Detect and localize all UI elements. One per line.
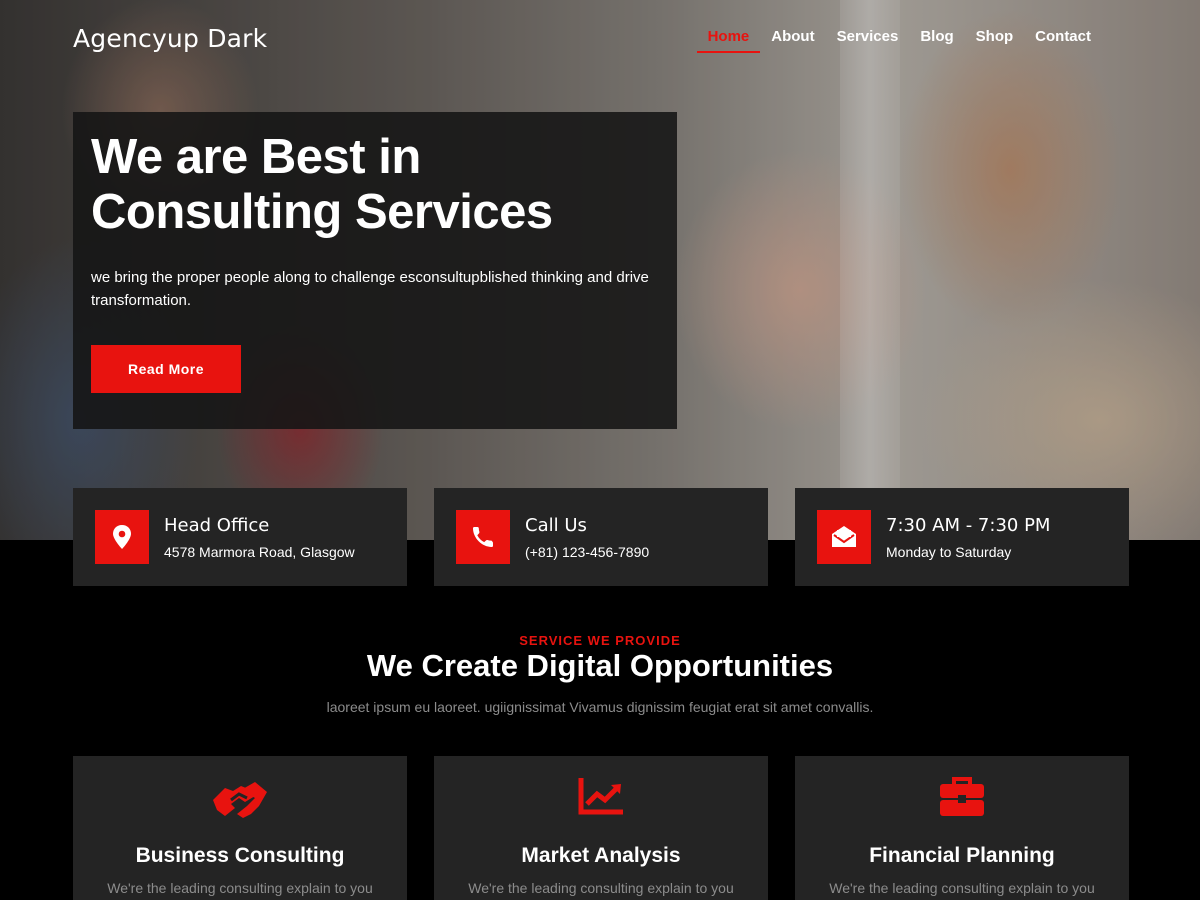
handshake-icon [73, 776, 407, 822]
chart-line-icon [434, 776, 768, 816]
service-card-business-consulting[interactable]: Business Consulting We're the leading co… [73, 756, 407, 900]
nav-item-shop[interactable]: Shop [965, 28, 1025, 53]
info-card-subtitle: Monday to Saturday [886, 543, 1012, 560]
nav-item-services[interactable]: Services [826, 28, 910, 53]
phone-icon [456, 510, 510, 564]
hero-title: We are Best in Consulting Services [91, 130, 659, 240]
info-card-title: Head Office [164, 514, 270, 536]
nav-item-blog[interactable]: Blog [909, 28, 964, 53]
info-card-title: Call Us [525, 514, 587, 536]
read-more-button[interactable]: Read More [91, 345, 241, 393]
info-card-subtitle: (+81) 123-456-7890 [525, 543, 650, 560]
hero-title-line2: Consulting Services [91, 185, 553, 239]
service-card-title: Market Analysis [521, 844, 681, 867]
envelope-open-icon [817, 510, 871, 564]
service-card-market-analysis[interactable]: Market Analysis We're the leading consul… [434, 756, 768, 900]
main-nav: Home About Services Blog Shop Contact [696, 28, 1102, 53]
info-card-call-us: Call Us (+81) 123-456-7890 [434, 488, 768, 586]
info-card-hours: 7:30 AM - 7:30 PM Monday to Saturday [795, 488, 1129, 586]
services-eyebrow: SERVICE WE PROVIDE [519, 633, 681, 648]
service-card-description: We're the leading consulting explain to … [107, 880, 373, 896]
info-card-head-office: Head Office 4578 Marmora Road, Glasgow [73, 488, 407, 586]
location-pin-icon [95, 510, 149, 564]
nav-item-home[interactable]: Home [696, 28, 761, 53]
site-logo[interactable]: Agencyup Dark [73, 24, 267, 53]
hero-content-box: We are Best in Consulting Services we br… [73, 112, 677, 429]
service-card-description: We're the leading consulting explain to … [468, 880, 734, 896]
nav-item-about[interactable]: About [760, 28, 825, 53]
services-title: We Create Digital Opportunities [366, 648, 834, 683]
hero-description: we bring the proper people along to chal… [91, 269, 649, 309]
hero-title-line1: We are Best in [91, 130, 421, 184]
info-card-title: 7:30 AM - 7:30 PM [886, 514, 1051, 536]
service-card-description: We're the leading consulting explain to … [829, 880, 1095, 896]
info-card-subtitle: 4578 Marmora Road, Glasgow [164, 543, 355, 560]
nav-item-contact[interactable]: Contact [1024, 28, 1102, 53]
briefcase-icon [795, 776, 1129, 818]
service-card-title: Business Consulting [135, 844, 345, 867]
service-card-title: Financial Planning [869, 844, 1055, 867]
service-card-financial-planning[interactable]: Financial Planning We're the leading con… [795, 756, 1129, 900]
services-description: laoreet ipsum eu laoreet. ugiignissimat … [326, 699, 874, 715]
